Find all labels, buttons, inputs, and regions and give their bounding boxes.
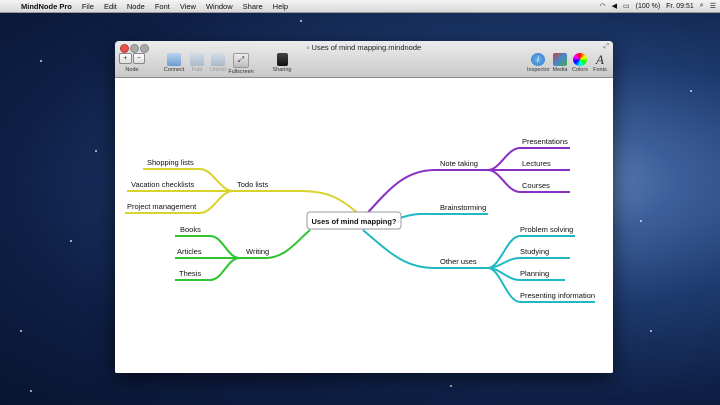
star — [30, 390, 32, 392]
fullscreen-label: Fullscreen — [228, 69, 254, 75]
fullscreen-button[interactable]: ⤢ Fullscreen — [227, 53, 255, 75]
remove-node-button[interactable]: − — [132, 53, 145, 64]
menu-help[interactable]: Help — [273, 2, 288, 11]
node-thesis[interactable]: Thesis — [179, 269, 201, 278]
colors-label: Colors — [572, 67, 588, 73]
media-button[interactable]: Media — [551, 53, 569, 73]
fonts-label: Fonts — [593, 67, 607, 73]
node-vacation-checklists[interactable]: Vacation checklists — [131, 180, 194, 189]
fullscreen-icon: ⤢ — [233, 53, 249, 68]
mindmap-svg: Uses of mind mapping? Note taking Presen… — [125, 137, 595, 303]
unfold-label: Unfold — [210, 67, 226, 73]
sharing-button[interactable]: Sharing — [269, 53, 295, 73]
node-planning[interactable]: Planning — [520, 269, 549, 278]
menubar: MindNode Pro File Edit Node Font View Wi… — [0, 0, 720, 13]
titlebar: ▫ Uses of mind mapping.mindnode ⤢ + − No… — [115, 41, 613, 78]
node-label: Node — [125, 67, 139, 73]
node-courses[interactable]: Courses — [522, 181, 550, 190]
node-presentations[interactable]: Presentations — [522, 137, 568, 146]
node-books[interactable]: Books — [180, 225, 201, 234]
unfold-icon — [211, 53, 225, 66]
menu-window[interactable]: Window — [206, 2, 233, 11]
star — [300, 20, 302, 22]
media-label: Media — [552, 67, 568, 73]
node-articles[interactable]: Articles — [177, 247, 202, 256]
node-todo-lists[interactable]: Todo lists — [237, 180, 269, 189]
node-brainstorming[interactable]: Brainstorming — [440, 203, 486, 212]
battery-icon[interactable]: ▭ — [623, 2, 630, 10]
fonts-button[interactable]: A Fonts — [591, 53, 609, 73]
connect-label: Connect — [163, 67, 185, 73]
sharing-icon — [276, 53, 288, 66]
menu-font[interactable]: Font — [155, 2, 170, 11]
fold-icon — [190, 53, 204, 66]
connect-button[interactable]: Connect — [161, 53, 187, 73]
menu-app-name[interactable]: MindNode Pro — [21, 2, 72, 11]
menu-file[interactable]: File — [82, 2, 94, 11]
star — [450, 385, 452, 387]
root-node-label: Uses of mind mapping? — [311, 217, 396, 226]
volume-icon[interactable]: ◀ — [612, 2, 617, 10]
fullscreen-arrows-icon[interactable]: ⤢ — [603, 43, 609, 51]
inspector-button[interactable]: i Inspector — [527, 53, 550, 73]
info-icon: i — [531, 53, 545, 66]
notification-icon[interactable]: ☰ — [710, 2, 716, 10]
node-other-uses[interactable]: Other uses — [440, 257, 477, 266]
node-lectures[interactable]: Lectures — [522, 159, 551, 168]
star — [690, 90, 692, 92]
fold-button[interactable]: Fold — [187, 53, 207, 73]
menubar-clock[interactable]: Fr. 09:51 — [666, 3, 694, 10]
window-title-text: Uses of mind mapping.mindnode — [311, 43, 422, 52]
connect-icon — [167, 53, 181, 66]
node-writing[interactable]: Writing — [246, 247, 269, 256]
menu-share[interactable]: Share — [243, 2, 263, 11]
node-studying[interactable]: Studying — [520, 247, 549, 256]
media-icon — [553, 53, 567, 66]
root-node[interactable]: Uses of mind mapping? — [306, 211, 402, 230]
font-a-icon: A — [596, 52, 604, 67]
spotlight-icon[interactable]: ⌕ — [700, 2, 704, 10]
node-shopping-lists[interactable]: Shopping lists — [147, 158, 194, 167]
document-icon: ▫ — [306, 43, 310, 52]
wifi-icon[interactable]: ◠ — [600, 2, 606, 10]
star — [650, 330, 652, 332]
sharing-label: Sharing — [272, 67, 292, 73]
inspector-label: Inspector — [527, 67, 550, 73]
colors-button[interactable]: Colors — [571, 53, 589, 73]
star — [640, 220, 642, 222]
star — [95, 150, 97, 152]
star — [20, 330, 22, 332]
add-node-button[interactable]: + — [119, 53, 132, 64]
node-presenting-information[interactable]: Presenting information — [520, 291, 595, 300]
window-title: ▫ Uses of mind mapping.mindnode — [115, 43, 613, 52]
app-window: ▫ Uses of mind mapping.mindnode ⤢ + − No… — [115, 41, 613, 373]
battery-percent[interactable]: (100 %) — [636, 3, 661, 10]
menu-view[interactable]: View — [180, 2, 196, 11]
color-wheel-icon — [573, 53, 587, 66]
fold-label: Fold — [191, 67, 203, 73]
star — [40, 60, 42, 62]
unfold-button[interactable]: Unfold — [207, 53, 229, 73]
node-note-taking[interactable]: Note taking — [440, 159, 478, 168]
star — [70, 240, 72, 242]
node-tool: + − Node — [119, 53, 145, 73]
node-problem-solving[interactable]: Problem solving — [520, 225, 573, 234]
mindmap-canvas[interactable]: Uses of mind mapping? Note taking Presen… — [115, 78, 613, 373]
menu-node[interactable]: Node — [127, 2, 145, 11]
node-project-management[interactable]: Project management — [127, 202, 197, 211]
menu-edit[interactable]: Edit — [104, 2, 117, 11]
